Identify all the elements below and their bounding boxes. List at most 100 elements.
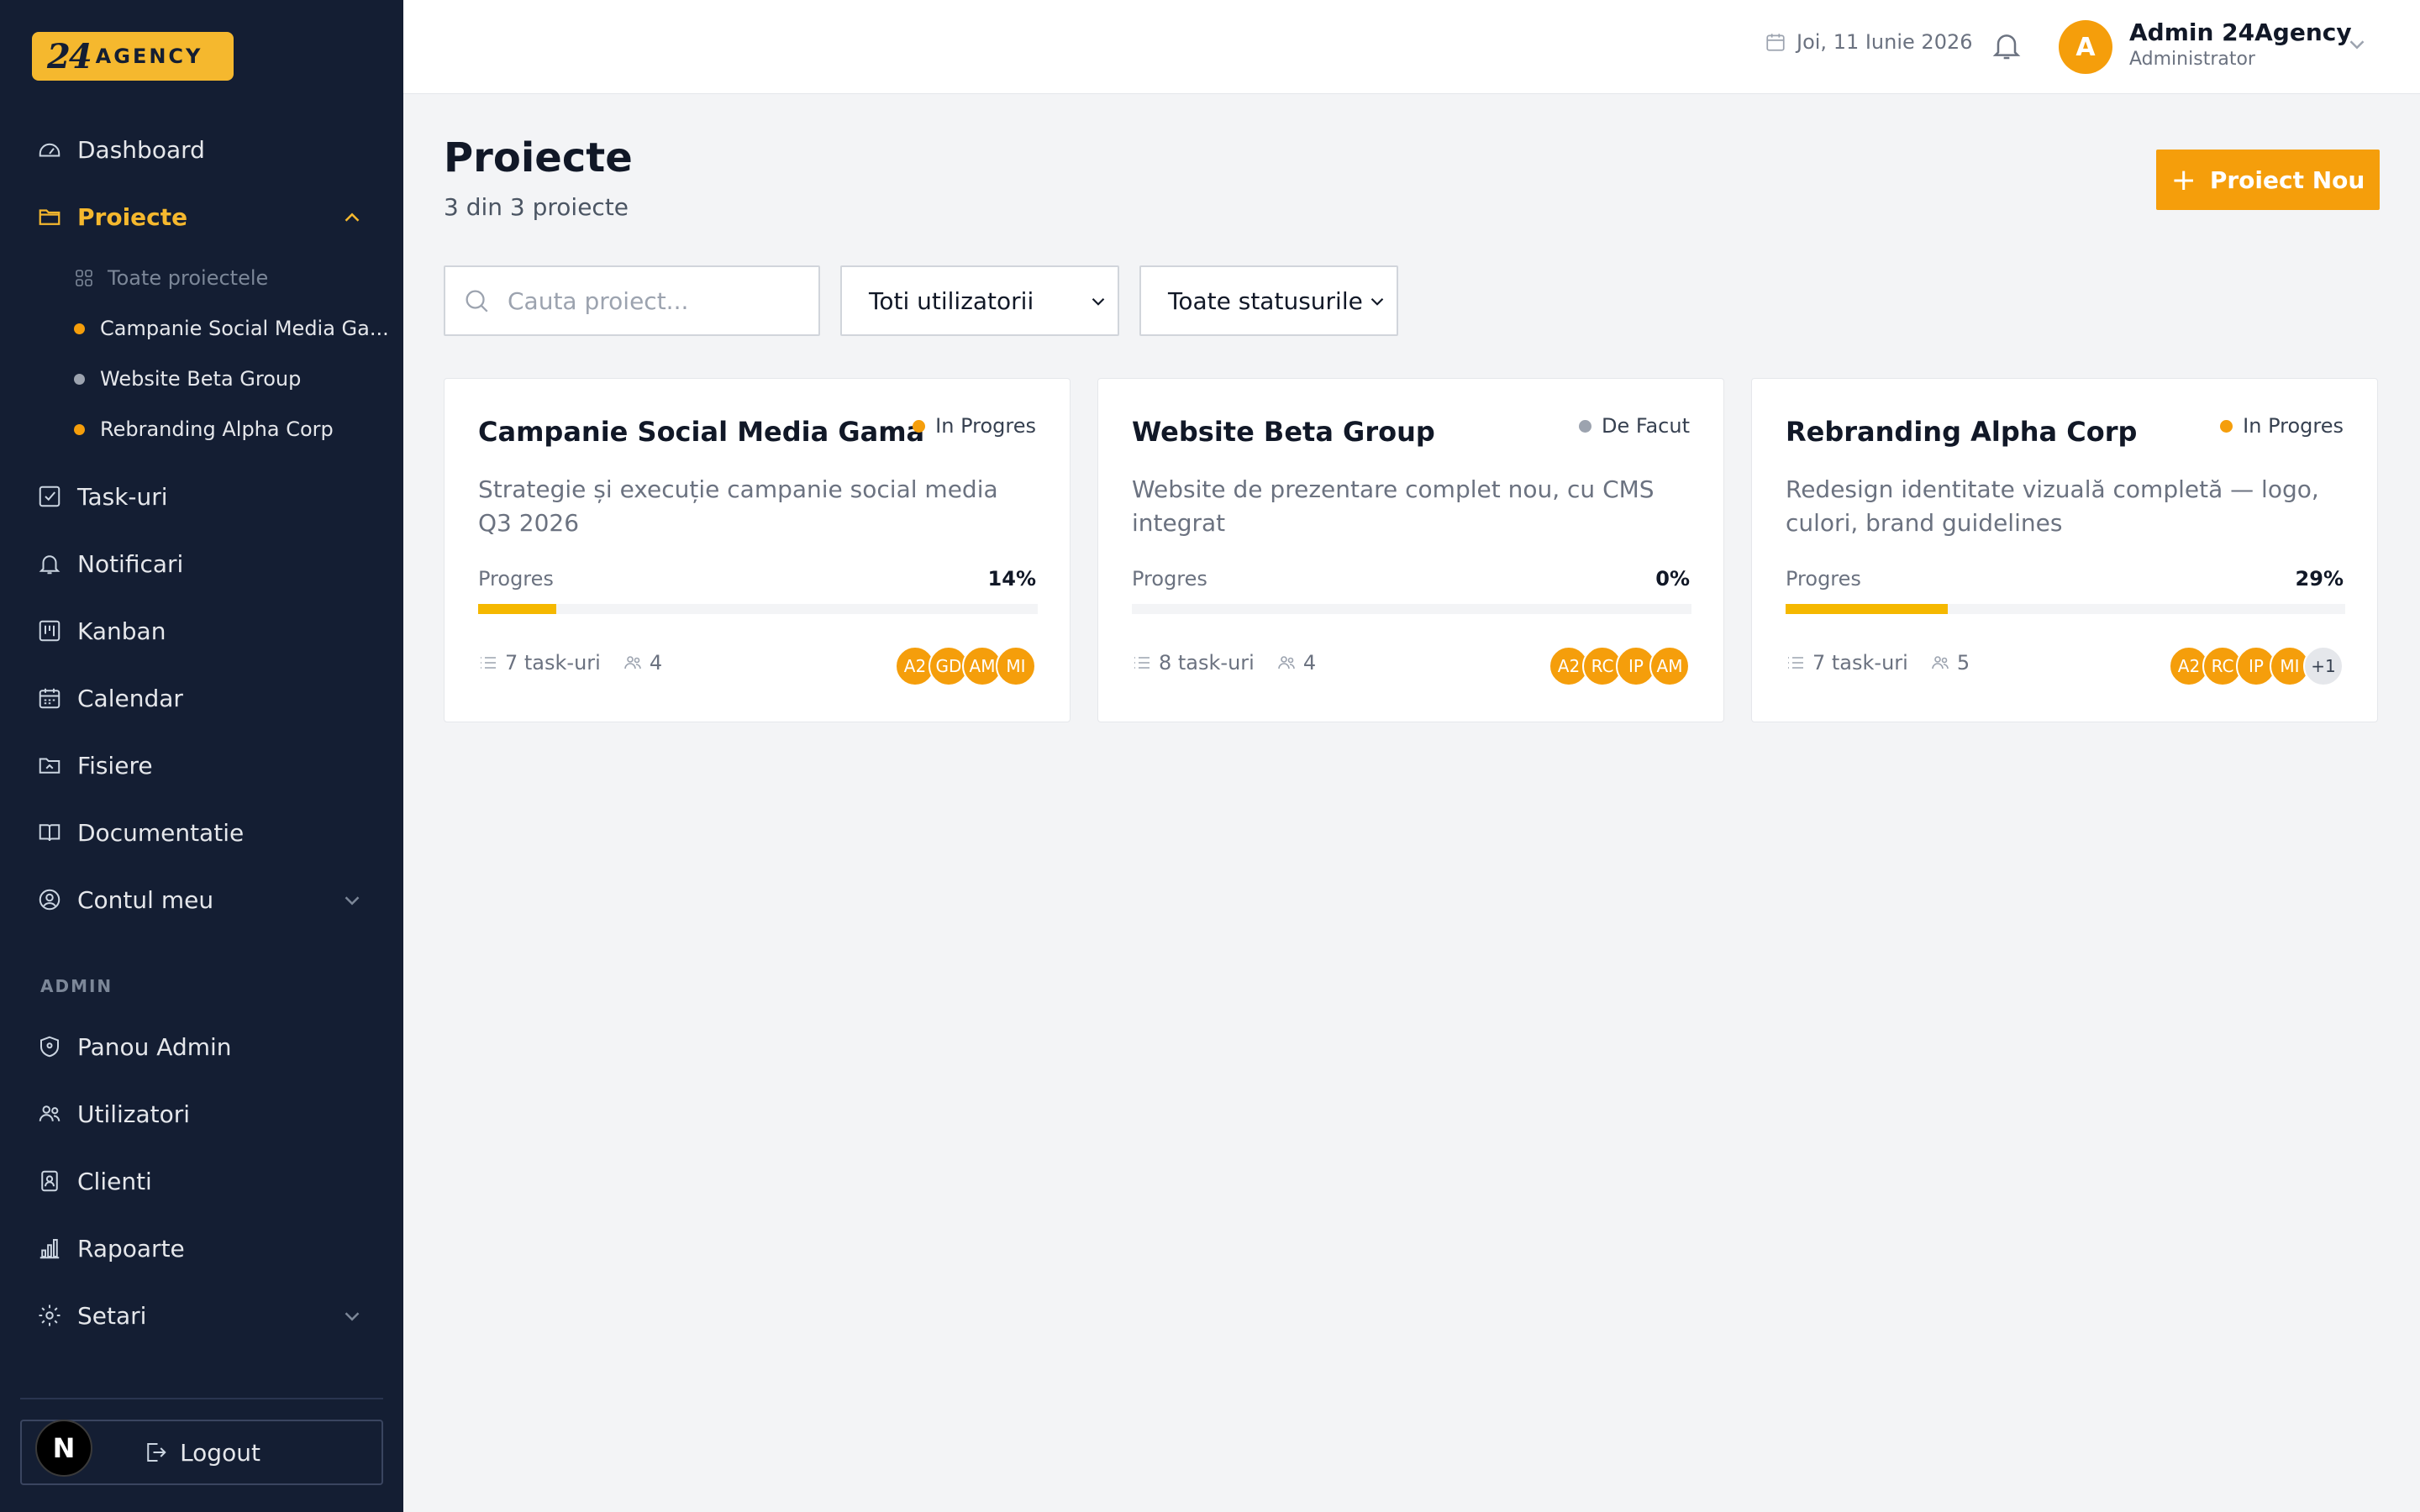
- new-project-button[interactable]: + Proiect Nou: [2156, 150, 2380, 210]
- chevron-up-icon[interactable]: [339, 205, 365, 230]
- users-filter-select[interactable]: Toti utilizatorii: [840, 265, 1119, 336]
- progress-value: 0%: [1655, 567, 1690, 591]
- chevron-down-icon[interactable]: [339, 1304, 365, 1329]
- user-role: Administrator: [2129, 49, 2255, 70]
- task-count: 7 task-uri: [505, 651, 601, 675]
- nav-reports[interactable]: Rapoarte: [37, 1231, 185, 1265]
- nav-admin-panel[interactable]: Panou Admin: [37, 1030, 232, 1063]
- chevron-down-icon[interactable]: [2344, 32, 2370, 57]
- card-meta: 8 task-uri 4: [1132, 651, 1316, 675]
- status-dot: [74, 423, 85, 435]
- nav-label: Panou Admin: [77, 1032, 232, 1061]
- progress-label: Progres: [478, 567, 554, 591]
- progress-bar: [1132, 604, 1691, 614]
- list-icon: [481, 657, 496, 669]
- status-text: In Progres: [2243, 414, 2344, 438]
- nav-projects[interactable]: Proiecte: [37, 200, 187, 234]
- card-title: Rebranding Alpha Corp: [1786, 416, 2138, 448]
- status-badge: De Facut: [1579, 414, 1690, 438]
- bell-icon[interactable]: [1990, 27, 2023, 64]
- shield-icon: [40, 1036, 59, 1058]
- avatar[interactable]: MI: [996, 646, 1036, 686]
- brand-logo[interactable]: 24 AGENCY: [32, 32, 234, 81]
- member-count: 4: [649, 651, 663, 675]
- chevron-down-icon: [1092, 297, 1105, 306]
- nav-docs[interactable]: Documentatie: [37, 816, 244, 849]
- nav-tasks[interactable]: Task-uri: [37, 480, 168, 513]
- nav-notifications[interactable]: Notificari: [37, 547, 183, 580]
- nav-label: Dashboard: [77, 135, 205, 164]
- nav-calendar[interactable]: Calendar: [37, 681, 183, 715]
- sub-item-label: Toate proiectele: [108, 266, 269, 290]
- nav-label: Proiecte: [77, 202, 188, 231]
- calendar-icon: [39, 688, 60, 709]
- sidebar-item-project-2[interactable]: Website Beta Group: [74, 364, 301, 394]
- progress-fill: [478, 604, 557, 614]
- avatar[interactable]: AM: [1649, 646, 1690, 686]
- nav-kanban[interactable]: Kanban: [37, 614, 166, 648]
- n-badge[interactable]: N: [35, 1420, 92, 1477]
- status-badge: In Progres: [2220, 414, 2344, 438]
- nav-clients[interactable]: Clienti: [37, 1164, 152, 1198]
- nav-label: Utilizatori: [77, 1100, 191, 1128]
- date-text: Joi, 11 Iunie 2026: [1797, 30, 1973, 54]
- user-avatar[interactable]: A: [2059, 20, 2112, 74]
- user-circle-icon: [39, 889, 60, 911]
- kanban-icon: [39, 620, 60, 642]
- nav-users[interactable]: Utilizatori: [37, 1097, 190, 1131]
- card-title: Website Beta Group: [1132, 416, 1435, 448]
- card-description: Redesign identitate vizuală completă — l…: [1786, 475, 2319, 537]
- card-title: Campanie Social Media Gama: [478, 416, 925, 448]
- project-card[interactable]: Website Beta Group De Facut Website de p…: [1097, 378, 1724, 722]
- member-avatars: A2 RC IP MI +1: [2169, 646, 2344, 686]
- status-dot: [2220, 419, 2233, 433]
- plus-icon: +: [2170, 162, 2196, 197]
- progress-label: Progres: [1132, 567, 1207, 591]
- project-card[interactable]: Campanie Social Media Gama In Progres St…: [444, 378, 1071, 722]
- avatar-more[interactable]: +1: [2303, 646, 2344, 686]
- search-input[interactable]: Cauta proiect...: [444, 265, 820, 336]
- book-icon: [39, 824, 60, 842]
- search-placeholder: Cauta proiect...: [508, 286, 689, 315]
- nav-label: Kanban: [77, 617, 166, 645]
- nav-account[interactable]: Contul meu: [37, 883, 213, 916]
- bar-chart-icon: [39, 1239, 60, 1259]
- admin-section-label: ADMIN: [40, 976, 113, 996]
- list-icon: [1788, 657, 1803, 669]
- status-badge: In Progres: [913, 414, 1036, 438]
- nav-dashboard[interactable]: Dashboard: [37, 133, 205, 166]
- sidebar: 24 AGENCY Dashboard Proiecte Toate proie…: [0, 0, 403, 1512]
- checkbox-icon: [39, 486, 60, 507]
- nav-label: Rapoarte: [77, 1234, 185, 1263]
- nav-label: Calendar: [77, 684, 183, 712]
- select-value: Toti utilizatorii: [869, 286, 1034, 315]
- sidebar-divider: [20, 1398, 383, 1399]
- chevron-down-icon: [1370, 297, 1384, 306]
- card-description: Strategie și execuție campanie social me…: [478, 475, 998, 537]
- grid-icon: [76, 270, 92, 286]
- current-date: Joi, 11 Iunie 2026: [1765, 30, 1973, 54]
- task-count: 7 task-uri: [1812, 651, 1908, 675]
- users-icon: [39, 1105, 60, 1121]
- gauge-icon: [39, 143, 60, 157]
- user-name[interactable]: Admin 24Agency: [2129, 18, 2352, 46]
- chevron-down-icon[interactable]: [339, 888, 365, 913]
- task-count: 8 task-uri: [1159, 651, 1255, 675]
- nav-settings[interactable]: Setari: [37, 1299, 146, 1332]
- sidebar-item-all-projects[interactable]: Toate proiectele: [74, 263, 268, 293]
- nav-label: Documentatie: [77, 818, 245, 847]
- new-project-label: Proiect Nou: [2209, 165, 2365, 194]
- project-card[interactable]: Rebranding Alpha Corp In Progres Redesig…: [1751, 378, 2378, 722]
- card-meta: 7 task-uri 5: [1786, 651, 1970, 675]
- status-filter-select[interactable]: Toate statusurile: [1139, 265, 1398, 336]
- status-dot: [913, 419, 926, 433]
- logo-mark: 24: [47, 36, 92, 76]
- nav-files[interactable]: Fisiere: [37, 748, 153, 782]
- calendar-icon: [1766, 34, 1785, 51]
- status-dot: [74, 373, 85, 385]
- nav-label: Task-uri: [77, 482, 168, 511]
- sidebar-item-project-1[interactable]: Campanie Social Media Ga...: [74, 313, 389, 344]
- sidebar-item-project-3[interactable]: Rebranding Alpha Corp: [74, 414, 334, 444]
- users-icon: [1932, 656, 1949, 669]
- gear-icon: [39, 1305, 60, 1326]
